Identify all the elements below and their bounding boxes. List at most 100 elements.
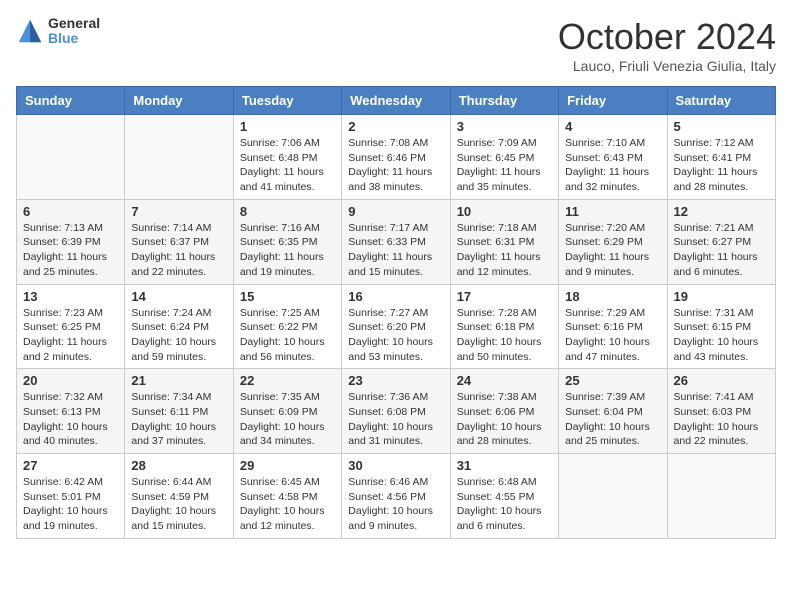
day-info: Sunrise: 7:38 AMSunset: 6:06 PMDaylight:…	[457, 390, 552, 449]
col-header-wednesday: Wednesday	[342, 87, 450, 115]
day-number: 10	[457, 204, 552, 219]
day-info: Sunrise: 7:23 AMSunset: 6:25 PMDaylight:…	[23, 306, 118, 365]
day-info: Sunrise: 6:44 AMSunset: 4:59 PMDaylight:…	[131, 475, 226, 534]
day-info: Sunrise: 7:12 AMSunset: 6:41 PMDaylight:…	[674, 136, 769, 195]
day-info: Sunrise: 7:35 AMSunset: 6:09 PMDaylight:…	[240, 390, 335, 449]
day-info: Sunrise: 7:36 AMSunset: 6:08 PMDaylight:…	[348, 390, 443, 449]
day-number: 4	[565, 119, 660, 134]
col-header-saturday: Saturday	[667, 87, 775, 115]
day-cell-16: 16 Sunrise: 7:27 AMSunset: 6:20 PMDayligh…	[342, 284, 450, 369]
day-number: 23	[348, 373, 443, 388]
day-number: 19	[674, 289, 769, 304]
day-number: 16	[348, 289, 443, 304]
day-number: 30	[348, 458, 443, 473]
logo-general-text: General	[48, 16, 100, 31]
day-info: Sunrise: 7:10 AMSunset: 6:43 PMDaylight:…	[565, 136, 660, 195]
day-info: Sunrise: 7:16 AMSunset: 6:35 PMDaylight:…	[240, 221, 335, 280]
day-info: Sunrise: 7:13 AMSunset: 6:39 PMDaylight:…	[23, 221, 118, 280]
day-number: 2	[348, 119, 443, 134]
day-info: Sunrise: 6:48 AMSunset: 4:55 PMDaylight:…	[457, 475, 552, 534]
day-cell-11: 11Sunrise: 7:20 AMSunset: 6:29 PMDayligh…	[559, 199, 667, 284]
day-number: 22	[240, 373, 335, 388]
day-number: 13	[23, 289, 118, 304]
month-title: October 2024	[558, 16, 776, 58]
day-info: Sunrise: 7:32 AMSunset: 6:13 PMDaylight:…	[23, 390, 118, 449]
day-info: Sunrise: 7:39 AMSunset: 6:04 PMDaylight:…	[565, 390, 660, 449]
day-cell-9: 9 Sunrise: 7:17 AMSunset: 6:33 PMDaylight…	[342, 199, 450, 284]
day-info: Sunrise: 7:31 AMSunset: 6:15 PMDaylight:…	[674, 306, 769, 365]
day-info: Sunrise: 7:08 AMSunset: 6:46 PMDaylight:…	[348, 136, 443, 195]
logo: General Blue	[16, 16, 100, 47]
empty-cell	[667, 454, 775, 539]
day-number: 24	[457, 373, 552, 388]
day-cell-25: 25 Sunrise: 7:39 AMSunset: 6:04 PMDayligh…	[559, 369, 667, 454]
day-cell-29: 29 Sunrise: 6:45 AMSunset: 4:58 PMDayligh…	[233, 454, 341, 539]
calendar-week-4: 20Sunrise: 7:32 AMSunset: 6:13 PMDayligh…	[17, 369, 776, 454]
day-info: Sunrise: 6:46 AMSunset: 4:56 PMDaylight:…	[348, 475, 443, 534]
day-cell-3: 3 Sunrise: 7:09 AMSunset: 6:45 PMDaylight…	[450, 115, 558, 200]
col-header-sunday: Sunday	[17, 87, 125, 115]
empty-cell	[17, 115, 125, 200]
day-info: Sunrise: 7:24 AMSunset: 6:24 PMDaylight:…	[131, 306, 226, 365]
empty-cell	[125, 115, 233, 200]
day-cell-12: 12 Sunrise: 7:21 AMSunset: 6:27 PMDayligh…	[667, 199, 775, 284]
day-cell-6: 6 Sunrise: 7:13 AMSunset: 6:39 PMDaylight…	[17, 199, 125, 284]
logo-text: General Blue	[48, 16, 100, 47]
day-number: 6	[23, 204, 118, 219]
day-cell-26: 26Sunrise: 7:41 AMSunset: 6:03 PMDayligh…	[667, 369, 775, 454]
calendar-table: SundayMondayTuesdayWednesdayThursdayFrid…	[16, 86, 776, 539]
empty-cell	[559, 454, 667, 539]
day-number: 12	[674, 204, 769, 219]
day-cell-14: 14 Sunrise: 7:24 AMSunset: 6:24 PMDayligh…	[125, 284, 233, 369]
day-cell-21: 21Sunrise: 7:34 AMSunset: 6:11 PMDayligh…	[125, 369, 233, 454]
day-cell-20: 20Sunrise: 7:32 AMSunset: 6:13 PMDayligh…	[17, 369, 125, 454]
day-info: Sunrise: 7:25 AMSunset: 6:22 PMDaylight:…	[240, 306, 335, 365]
title-block: October 2024 Lauco, Friuli Venezia Giuli…	[558, 16, 776, 74]
day-number: 3	[457, 119, 552, 134]
day-cell-31: 31 Sunrise: 6:48 AMSunset: 4:55 PMDayligh…	[450, 454, 558, 539]
day-info: Sunrise: 6:42 AMSunset: 5:01 PMDaylight:…	[23, 475, 118, 534]
day-info: Sunrise: 7:20 AMSunset: 6:29 PMDaylight:…	[565, 221, 660, 280]
calendar-week-3: 13 Sunrise: 7:23 AMSunset: 6:25 PMDayligh…	[17, 284, 776, 369]
calendar-week-2: 6 Sunrise: 7:13 AMSunset: 6:39 PMDaylight…	[17, 199, 776, 284]
day-number: 18	[565, 289, 660, 304]
day-info: Sunrise: 6:45 AMSunset: 4:58 PMDaylight:…	[240, 475, 335, 534]
day-info: Sunrise: 7:14 AMSunset: 6:37 PMDaylight:…	[131, 221, 226, 280]
page-header: General Blue October 2024 Lauco, Friuli …	[16, 16, 776, 74]
day-number: 21	[131, 373, 226, 388]
day-number: 14	[131, 289, 226, 304]
day-number: 31	[457, 458, 552, 473]
day-cell-5: 5 Sunrise: 7:12 AMSunset: 6:41 PMDaylight…	[667, 115, 775, 200]
day-info: Sunrise: 7:09 AMSunset: 6:45 PMDaylight:…	[457, 136, 552, 195]
logo-blue-text: Blue	[48, 31, 100, 46]
day-cell-8: 8 Sunrise: 7:16 AMSunset: 6:35 PMDaylight…	[233, 199, 341, 284]
day-cell-7: 7Sunrise: 7:14 AMSunset: 6:37 PMDaylight…	[125, 199, 233, 284]
day-number: 15	[240, 289, 335, 304]
day-number: 9	[348, 204, 443, 219]
day-info: Sunrise: 7:17 AMSunset: 6:33 PMDaylight:…	[348, 221, 443, 280]
day-number: 28	[131, 458, 226, 473]
day-info: Sunrise: 7:29 AMSunset: 6:16 PMDaylight:…	[565, 306, 660, 365]
day-cell-22: 22 Sunrise: 7:35 AMSunset: 6:09 PMDayligh…	[233, 369, 341, 454]
col-header-monday: Monday	[125, 87, 233, 115]
day-cell-24: 24 Sunrise: 7:38 AMSunset: 6:06 PMDayligh…	[450, 369, 558, 454]
day-cell-27: 27 Sunrise: 6:42 AMSunset: 5:01 PMDayligh…	[17, 454, 125, 539]
day-number: 17	[457, 289, 552, 304]
calendar-week-5: 27 Sunrise: 6:42 AMSunset: 5:01 PMDayligh…	[17, 454, 776, 539]
col-header-friday: Friday	[559, 87, 667, 115]
day-number: 25	[565, 373, 660, 388]
day-cell-23: 23 Sunrise: 7:36 AMSunset: 6:08 PMDayligh…	[342, 369, 450, 454]
day-number: 1	[240, 119, 335, 134]
day-number: 26	[674, 373, 769, 388]
col-header-thursday: Thursday	[450, 87, 558, 115]
day-info: Sunrise: 7:27 AMSunset: 6:20 PMDaylight:…	[348, 306, 443, 365]
day-number: 8	[240, 204, 335, 219]
day-number: 5	[674, 119, 769, 134]
day-number: 27	[23, 458, 118, 473]
day-info: Sunrise: 7:21 AMSunset: 6:27 PMDaylight:…	[674, 221, 769, 280]
day-cell-30: 30 Sunrise: 6:46 AMSunset: 4:56 PMDayligh…	[342, 454, 450, 539]
day-cell-10: 10 Sunrise: 7:18 AMSunset: 6:31 PMDayligh…	[450, 199, 558, 284]
day-info: Sunrise: 7:18 AMSunset: 6:31 PMDaylight:…	[457, 221, 552, 280]
calendar-week-1: 1Sunrise: 7:06 AMSunset: 6:48 PMDaylight…	[17, 115, 776, 200]
day-number: 29	[240, 458, 335, 473]
